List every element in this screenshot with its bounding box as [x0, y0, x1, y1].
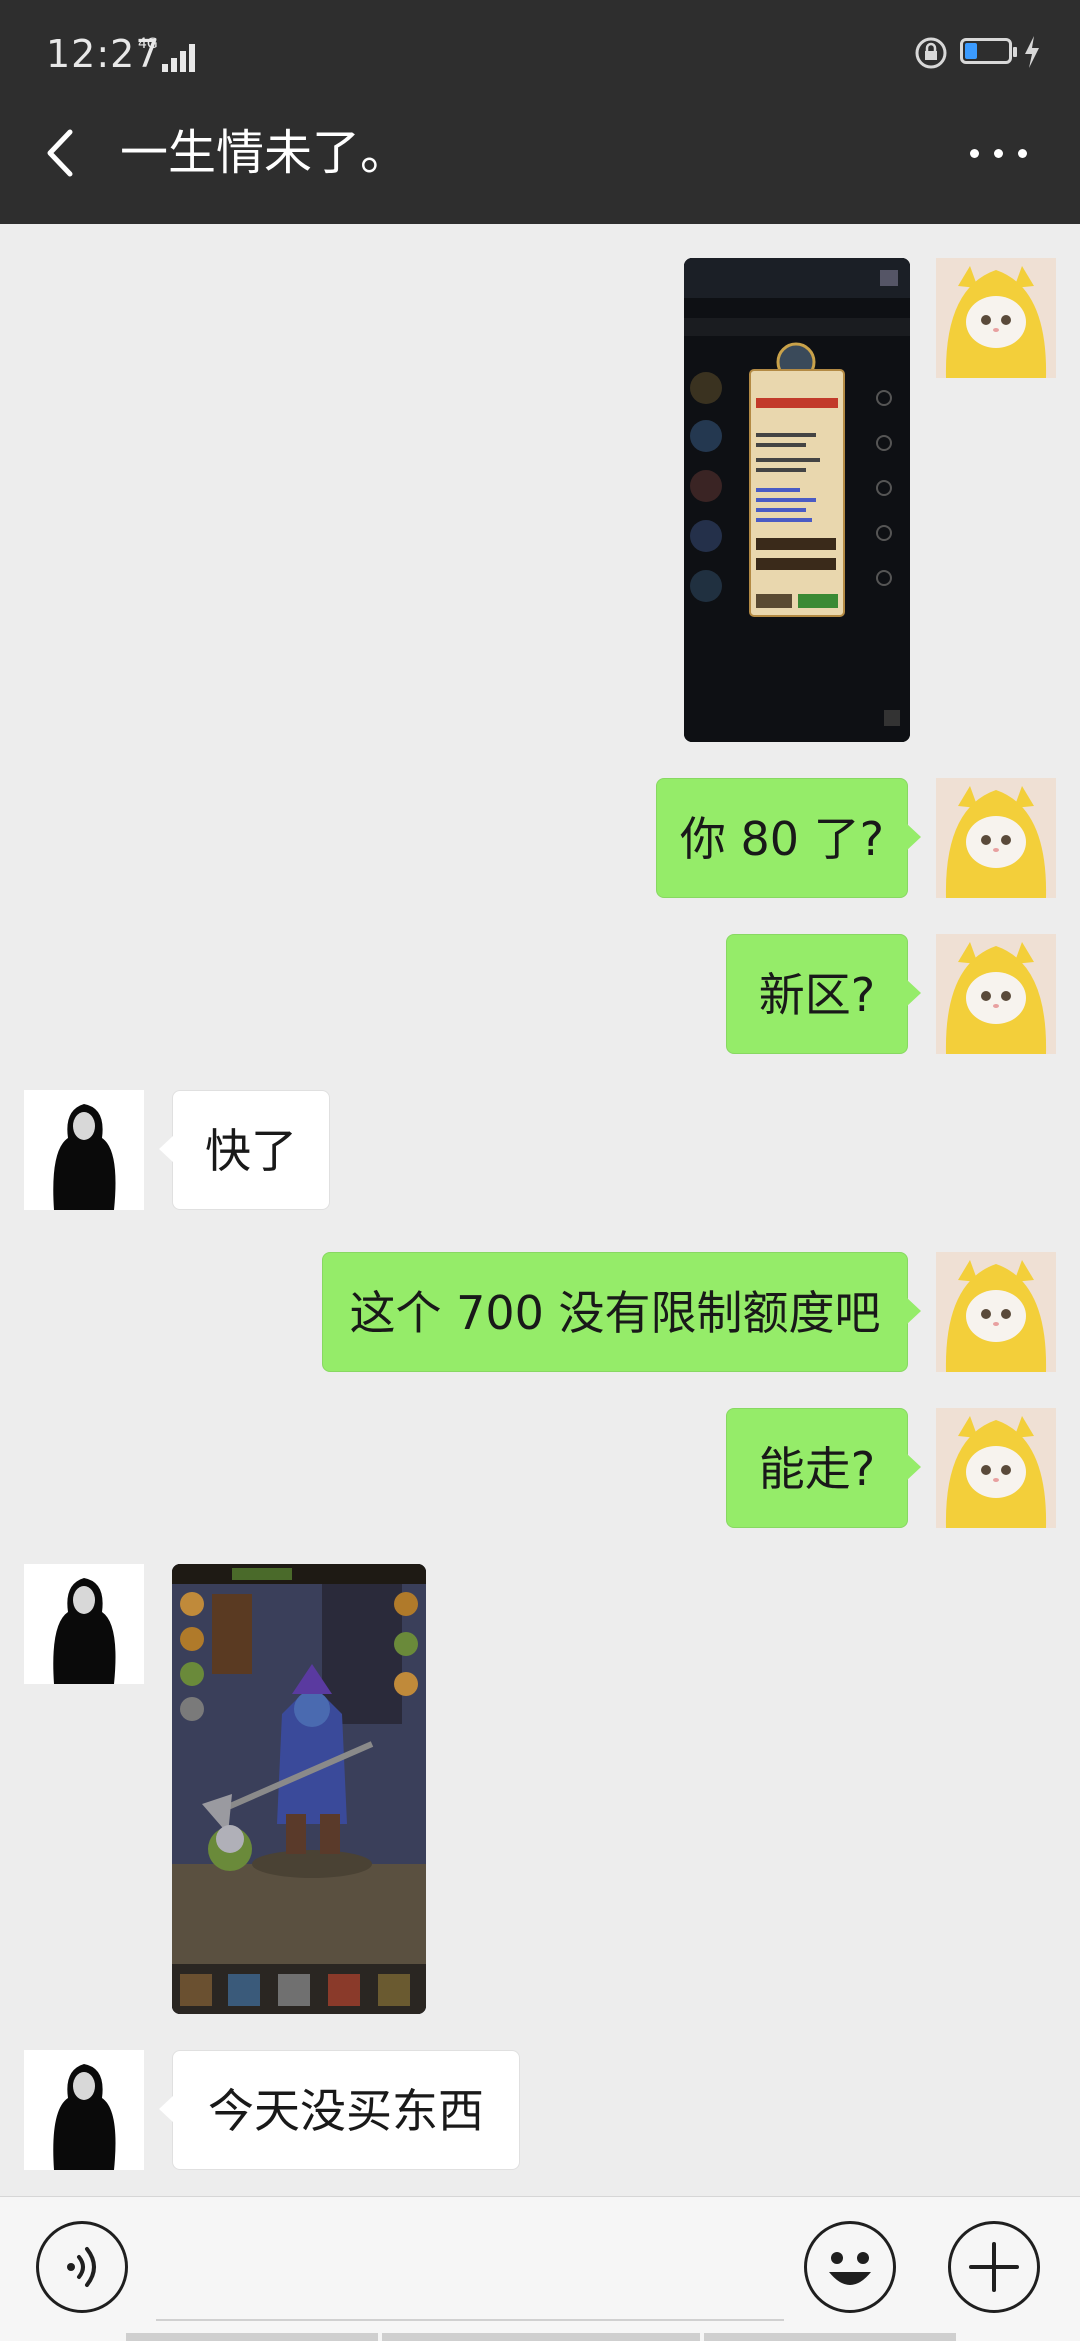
message-bubble[interactable]: 这个 700 没有限制额度吧	[322, 1252, 921, 1372]
message-bubble[interactable]: 能走?	[726, 1408, 921, 1528]
title-bar: 12:27 4G 一生情未了。	[0, 0, 1080, 224]
signal-icon: 4G	[138, 36, 202, 72]
message-text: 这个 700 没有限制额度吧	[349, 1286, 881, 1340]
message-bubble[interactable]: 你 80 了?	[656, 778, 921, 898]
more-dots-icon[interactable]	[962, 130, 1034, 176]
game-screenshot-image[interactable]	[172, 1564, 426, 2014]
emoji-icon[interactable]	[804, 2221, 896, 2313]
input-bar	[0, 2196, 1080, 2341]
my-avatar[interactable]	[936, 1252, 1056, 1372]
message-bubble[interactable]: 快了	[159, 1090, 330, 1210]
my-avatar[interactable]	[936, 778, 1056, 898]
contact-avatar[interactable]	[24, 1090, 144, 1210]
my-avatar[interactable]	[936, 258, 1056, 378]
status-bar: 12:27 4G	[0, 0, 1080, 110]
charging-icon	[1025, 36, 1039, 68]
message-text: 能走?	[758, 1442, 876, 1496]
message-text: 你 80 了?	[679, 812, 885, 866]
message-bubble[interactable]: 今天没买东西	[159, 2050, 520, 2170]
voice-icon[interactable]	[36, 2221, 128, 2313]
rotation-lock-icon	[915, 37, 947, 69]
contact-avatar[interactable]	[24, 1564, 144, 1684]
my-avatar[interactable]	[936, 1408, 1056, 1528]
chat-title: 一生情未了。	[120, 125, 409, 181]
game-screenshot-image[interactable]	[684, 258, 910, 742]
contact-avatar[interactable]	[24, 2050, 144, 2170]
my-avatar[interactable]	[936, 934, 1056, 1054]
message-text: 新区?	[758, 968, 876, 1022]
plus-icon[interactable]	[948, 2221, 1040, 2313]
chevron-left-icon[interactable]	[36, 118, 86, 188]
message-text: 今天没买东西	[208, 2084, 484, 2138]
message-bubble[interactable]: 新区?	[726, 934, 921, 1054]
network-type: 4G	[138, 36, 158, 52]
message-text: 快了	[205, 1124, 297, 1178]
battery-icon	[960, 38, 1020, 68]
message-input[interactable]	[156, 2319, 784, 2321]
